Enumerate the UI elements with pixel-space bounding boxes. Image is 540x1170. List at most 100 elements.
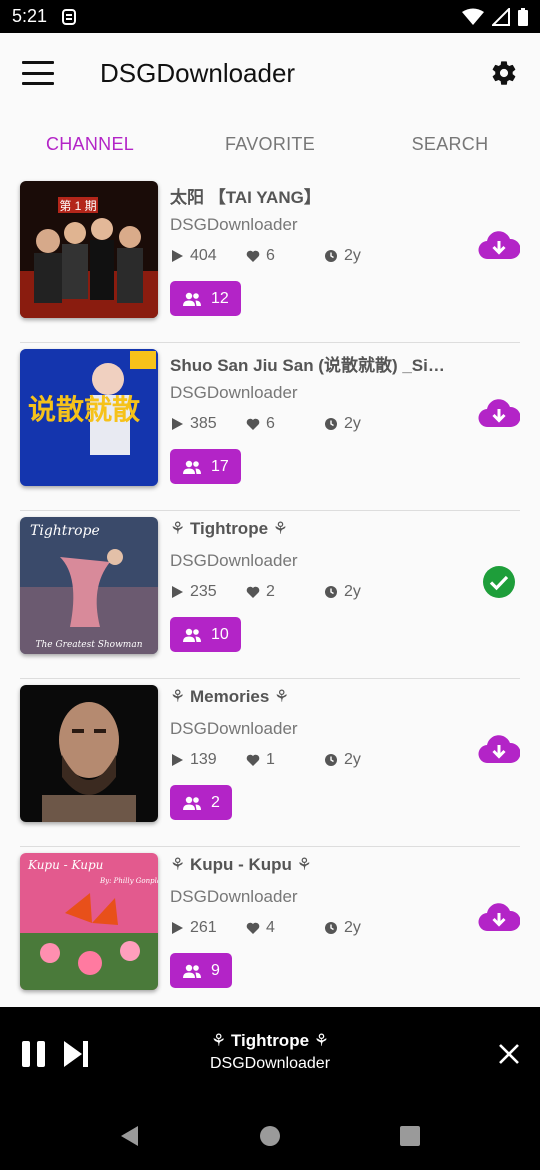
now-playing[interactable]: ⚘ Tightrope ⚘ DSGDownloader [130,1031,410,1073]
item-stats: 404 6 2y [170,245,450,267]
now-playing-channel: DSGDownloader [209,1055,331,1072]
heart-icon [246,250,260,262]
item-age: 2y [324,583,361,601]
members-badge[interactable]: 12 [170,281,241,316]
check-circle-icon [483,566,515,598]
system-nav-bar [0,1101,540,1170]
item-age: 2y [324,919,361,937]
app-bar: DSGDownloader [0,33,540,113]
player-controls [20,1039,90,1069]
app-title: DSGDownloader [100,57,296,88]
item-stats: 139 1 2y [170,749,450,771]
mini-player[interactable]: ⚘ Tightrope ⚘ DSGDownloader [0,1007,540,1101]
play-icon [172,418,183,430]
battery-icon [518,7,528,26]
thumbnail-image: Tightrope The Greatest Showman [20,517,158,654]
item-meta: ⚘ Kupu - Kupu ⚘ DSGDownloader 261 4 2y 9 [170,855,450,988]
cloud-download-icon [478,735,520,764]
clock-icon [325,586,337,598]
people-icon [183,460,201,474]
members-badge[interactable]: 17 [170,449,241,484]
heart-icon [246,922,260,934]
list-item[interactable]: 说散就散 Shuo San Jiu San (说散就散) _Sin... DSG… [20,343,520,511]
cellular-icon [492,7,510,26]
item-meta: 太阳 【TAI YANG】 DSGDownloader 404 6 2y 12 [170,183,450,316]
tab-channel[interactable]: CHANNEL [0,113,180,175]
clock-icon [325,922,337,934]
heart-icon [246,754,260,766]
item-channel: DSGDownloader [170,551,298,570]
home-icon[interactable] [258,1124,282,1148]
like-count: 6 [246,247,324,265]
item-channel: DSGDownloader [170,383,298,402]
item-title: Shuo San Jiu San (说散就散) _Sin... [170,356,450,375]
menu-icon[interactable] [22,61,54,85]
item-title: ⚘ Memories ⚘ [170,687,290,706]
thumbnail-text: Tightrope [30,523,100,539]
wifi-icon [462,8,484,25]
play-icon [172,586,183,598]
item-stats: 385 6 2y [170,413,450,435]
play-count: 235 [170,583,246,601]
skip-next-icon[interactable] [62,1039,90,1069]
download-button[interactable] [478,225,520,267]
thumbnail-image: Kupu - Kupu By: Philly Gonplace [20,853,158,990]
status-time: 5:21 [12,6,48,26]
gear-icon[interactable] [490,59,518,87]
tab-favorite[interactable]: FAVORITE [180,113,360,175]
back-icon[interactable] [118,1124,142,1148]
item-channel: DSGDownloader [170,887,298,906]
close-icon[interactable] [498,1043,520,1065]
item-channel: DSGDownloader [170,215,298,234]
clock-icon [325,250,337,262]
clock-icon [325,418,337,430]
thumbnail-image: 第 1 期 [20,181,158,318]
play-count: 385 [170,415,246,433]
people-icon [183,292,201,306]
item-meta: ⚘ Memories ⚘ DSGDownloader 139 1 2y 2 [170,687,450,820]
thumbnail-image: 说散就散 [20,349,158,486]
cloud-download-icon [478,231,520,260]
item-title: 太阳 【TAI YANG】 [170,188,321,207]
item-stats: 235 2 2y [170,581,450,603]
clock-icon [325,754,337,766]
members-badge[interactable]: 10 [170,617,241,652]
recents-icon[interactable] [398,1124,422,1148]
downloaded-indicator[interactable] [478,561,520,603]
pause-icon[interactable] [20,1039,48,1069]
like-count: 1 [246,751,324,769]
item-title: ⚘ Kupu - Kupu ⚘ [170,855,312,874]
download-button[interactable] [478,729,520,771]
thumbnail-caption: By: Philly Gonplace [99,877,158,885]
list-item[interactable]: 第 1 期 太阳 【TAI YANG】 DSGDownloader 404 6 … [20,175,520,343]
list-item[interactable]: Tightrope The Greatest Showman ⚘ Tightro… [20,511,520,679]
thumbnail-text: Kupu - Kupu [27,858,103,872]
list-item[interactable]: Kupu - Kupu By: Philly Gonplace ⚘ Kupu -… [20,847,520,1007]
tab-bar: CHANNEL FAVORITE SEARCH [0,113,540,175]
track-list: 第 1 期 太阳 【TAI YANG】 DSGDownloader 404 6 … [0,175,540,1007]
download-button[interactable] [478,393,520,435]
cloud-download-icon [478,399,520,428]
item-title: ⚘ Tightrope ⚘ [170,519,288,538]
item-age: 2y [324,415,361,433]
item-channel: DSGDownloader [170,719,298,738]
members-badge[interactable]: 2 [170,785,232,820]
like-count: 4 [246,919,324,937]
heart-icon [246,418,260,430]
item-meta: ⚘ Tightrope ⚘ DSGDownloader 235 2 2y 10 [170,519,450,652]
tab-search[interactable]: SEARCH [360,113,540,175]
thumbnail-text: 说散就散 [28,394,140,425]
thumbnail-image [20,685,158,822]
members-badge[interactable]: 9 [170,953,232,988]
sync-icon [62,8,77,25]
heart-icon [246,586,260,598]
list-item[interactable]: ⚘ Memories ⚘ DSGDownloader 139 1 2y 2 [20,679,520,847]
play-icon [172,250,183,262]
download-button[interactable] [478,897,520,939]
play-count: 139 [170,751,246,769]
play-count: 404 [170,247,246,265]
people-icon [183,628,201,642]
thumbnail-text: 第 1 期 [59,199,96,213]
item-age: 2y [324,751,361,769]
people-icon [183,964,201,978]
